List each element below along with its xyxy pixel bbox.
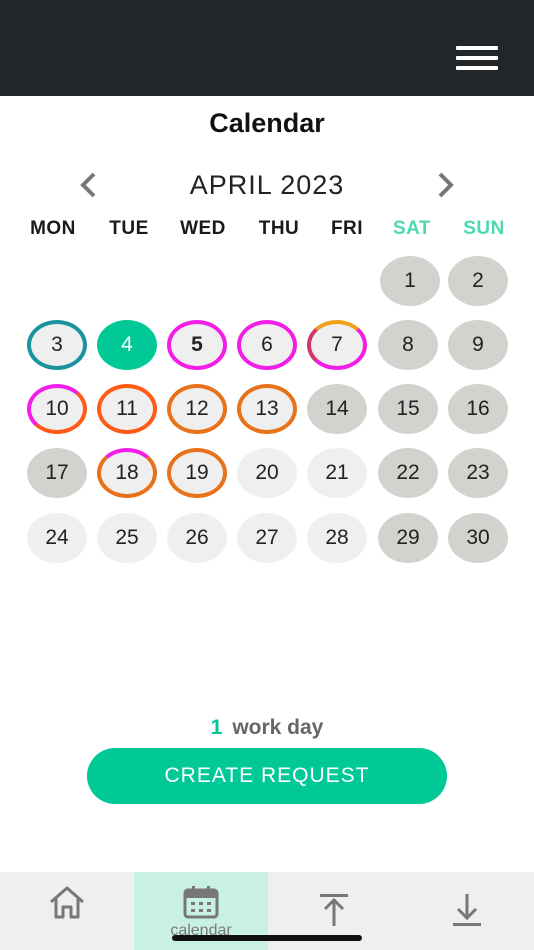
work-day-label: work day	[232, 716, 324, 739]
weekday-sun: SUN	[463, 218, 505, 239]
work-day-summary: 1 work day	[0, 716, 534, 740]
calendar-day[interactable]: 3	[27, 320, 87, 370]
calendar-day[interactable]: 15	[378, 384, 438, 434]
month-navigation: APRIL 2023	[0, 166, 534, 206]
weekday-wed: WED	[180, 218, 226, 239]
calendar-day[interactable]: 26	[167, 513, 227, 563]
calendar-day[interactable]: 24	[27, 513, 87, 563]
tab-download[interactable]	[400, 872, 534, 950]
weekday-header: MON TUE WED THU FRI SAT SUN	[0, 218, 534, 242]
calendar-day[interactable]: 20	[237, 448, 297, 498]
calendar-day[interactable]: 2	[448, 256, 508, 306]
calendar-day[interactable]: 22	[378, 448, 438, 498]
home-indicator	[172, 935, 362, 941]
weekday-thu: THU	[258, 218, 300, 239]
calendar-day[interactable]: 8	[378, 320, 438, 370]
upload-icon	[320, 894, 348, 926]
calendar-day[interactable]: 13	[237, 384, 297, 434]
hamburger-menu-icon[interactable]	[456, 46, 498, 72]
weekday-tue: TUE	[109, 218, 149, 239]
calendar-day[interactable]: 23	[448, 448, 508, 498]
top-bar	[0, 0, 534, 96]
work-day-count: 1	[210, 716, 223, 739]
calendar-day[interactable]: 11	[97, 384, 157, 434]
calendar-day[interactable]: 28	[307, 513, 367, 563]
calendar-day[interactable]: 14	[307, 384, 367, 434]
calendar-day[interactable]: 7	[307, 320, 367, 370]
calendar-day[interactable]: 5	[167, 320, 227, 370]
calendar-day[interactable]: 30	[448, 513, 508, 563]
create-request-button[interactable]: CREATE REQUEST	[87, 748, 447, 804]
calendar-day[interactable]: 12	[167, 384, 227, 434]
calendar-day[interactable]: 21	[307, 448, 367, 498]
download-icon	[453, 894, 481, 926]
calendar-day[interactable]: 1	[380, 256, 440, 306]
calendar-day[interactable]: 9	[448, 320, 508, 370]
calendar-day[interactable]: 10	[27, 384, 87, 434]
calendar-day[interactable]: 17	[27, 448, 87, 498]
calendar-icon	[183, 886, 219, 919]
calendar-day[interactable]: 25	[97, 513, 157, 563]
calendar-day[interactable]: 16	[448, 384, 508, 434]
calendar-day[interactable]: 6	[237, 320, 297, 370]
home-icon	[50, 886, 84, 919]
tab-home[interactable]	[0, 872, 134, 950]
weekday-sat: SAT	[392, 218, 432, 239]
chevron-right-icon[interactable]	[430, 170, 460, 200]
calendar-day[interactable]: 27	[237, 513, 297, 563]
calendar-day[interactable]: 29	[378, 513, 438, 563]
weekday-fri: FRI	[330, 218, 364, 239]
page-title: Calendar	[209, 108, 325, 138]
weekday-mon: MON	[30, 218, 76, 239]
calendar-day[interactable]: 19	[167, 448, 227, 498]
calendar-day[interactable]: 18	[97, 448, 157, 498]
calendar-day-today[interactable]: 4	[97, 320, 157, 370]
